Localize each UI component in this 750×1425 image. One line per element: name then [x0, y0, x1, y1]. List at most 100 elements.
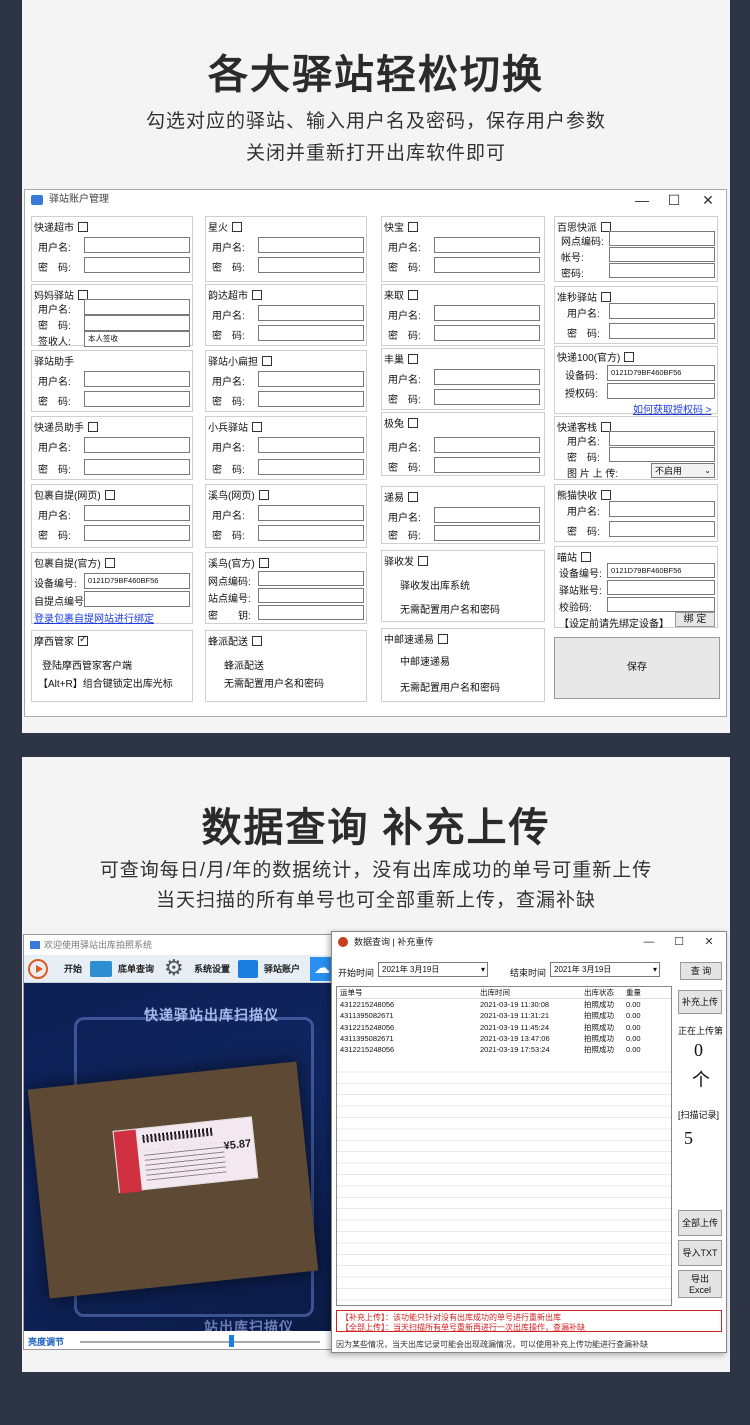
password-input[interactable] — [434, 257, 540, 273]
username-input[interactable] — [609, 303, 715, 319]
username-input[interactable] — [434, 237, 540, 253]
enable-checkbox[interactable] — [418, 556, 428, 567]
image-upload-select[interactable]: 不启用 ⌄ — [651, 463, 715, 478]
brightness-track[interactable] — [80, 1341, 320, 1343]
device-code-input[interactable]: 0121D79BF460BF56 — [84, 573, 190, 589]
query-button[interactable]: 查 询 — [680, 962, 722, 980]
username-input[interactable] — [258, 437, 364, 453]
username-input[interactable] — [434, 507, 540, 523]
minimize-button[interactable]: — — [634, 932, 664, 952]
enable-checkbox[interactable] — [581, 552, 591, 563]
password-input[interactable] — [434, 389, 540, 405]
enable-checkbox[interactable] — [78, 634, 88, 647]
close-button[interactable]: ✕ — [694, 932, 724, 952]
receipt-query-button[interactable]: 底单查询 — [88, 957, 160, 981]
password-input[interactable] — [258, 325, 364, 341]
upload-all-button[interactable]: 全部上传 — [678, 1210, 722, 1236]
enable-checkbox[interactable] — [258, 558, 269, 569]
password-input[interactable] — [84, 525, 190, 541]
username-input[interactable] — [609, 501, 715, 517]
network-code-input[interactable] — [609, 231, 715, 246]
pickup-code-input[interactable] — [84, 591, 190, 607]
brightness-slider-thumb[interactable] — [228, 1335, 234, 1347]
username-input[interactable] — [258, 505, 364, 521]
enable-checkbox[interactable] — [104, 490, 115, 501]
resupply-upload-button[interactable]: 补充上传 — [678, 990, 722, 1014]
enable-checkbox[interactable] — [252, 422, 262, 433]
password-input[interactable] — [258, 391, 364, 407]
enable-checkbox[interactable] — [438, 634, 448, 645]
username-input[interactable] — [84, 371, 190, 387]
password-input[interactable] — [258, 459, 364, 475]
password-input[interactable] — [84, 391, 190, 407]
enable-checkbox[interactable] — [232, 222, 242, 233]
minimize-button[interactable]: — — [627, 190, 657, 210]
enable-checkbox[interactable] — [262, 356, 272, 367]
username-input[interactable] — [434, 369, 540, 385]
enable-checkbox[interactable] — [408, 492, 418, 503]
enable-checkbox[interactable] — [252, 636, 262, 647]
table-row[interactable]: 4311395082671 2021-03-19 11:31:21 拍照成功 0.00 — [337, 1010, 671, 1021]
username-input[interactable] — [258, 371, 364, 387]
password-input[interactable] — [434, 457, 540, 473]
enable-checkbox[interactable] — [408, 290, 418, 301]
password-input[interactable] — [609, 323, 715, 339]
export-excel-button[interactable]: 导出 Excel — [678, 1270, 722, 1298]
enable-checkbox[interactable] — [408, 418, 418, 429]
username-input[interactable] — [258, 237, 364, 253]
account-input[interactable] — [609, 247, 715, 262]
end-date-picker[interactable]: 2021年 3月19日 ▾ — [550, 962, 660, 977]
enable-checkbox[interactable] — [104, 558, 115, 569]
bind-device-button[interactable]: 绑 定 — [675, 612, 715, 627]
device-code-input[interactable]: 0121D79BF460BF56 — [607, 365, 715, 381]
enable-checkbox[interactable] — [408, 222, 418, 233]
password-input[interactable] — [609, 521, 715, 537]
password-input[interactable] — [434, 325, 540, 341]
table-row[interactable]: 4312215248056 2021-03-19 11:30:08 拍照成功 0.00 — [337, 999, 671, 1011]
username-input[interactable] — [84, 505, 190, 521]
enable-checkbox[interactable] — [88, 422, 98, 433]
username-input[interactable] — [84, 237, 190, 253]
device-code-input[interactable] — [258, 571, 364, 586]
password-input[interactable] — [258, 525, 364, 541]
auth-code-input[interactable] — [607, 383, 715, 399]
password-input[interactable] — [609, 263, 715, 278]
password-input[interactable] — [609, 447, 715, 462]
verify-code-input[interactable] — [607, 597, 715, 612]
enable-checkbox[interactable] — [408, 354, 418, 365]
device-code-input[interactable]: 0121D79BF460BF56 — [607, 563, 715, 578]
password-input[interactable] — [84, 257, 190, 273]
site-code-input[interactable] — [258, 588, 364, 603]
secret-input[interactable] — [258, 605, 364, 620]
enable-checkbox[interactable] — [601, 490, 611, 501]
table-row[interactable]: 4312215248056 2021-03-19 17:53:24 拍照成功 0.00 — [337, 1044, 671, 1055]
receiver-input[interactable]: 本人签收 — [84, 331, 190, 347]
username-input[interactable] — [84, 437, 190, 453]
import-txt-button[interactable]: 导入TXT — [678, 1240, 722, 1266]
station-account-input[interactable] — [607, 580, 715, 595]
bind-website-link[interactable]: 登录包裹自提网站进行绑定 — [34, 610, 154, 625]
password-input[interactable] — [434, 525, 540, 541]
table-row[interactable]: 4311395082671 2021-03-19 13:47:06 拍照成功 0.00 — [337, 1033, 671, 1044]
close-button[interactable]: ✕ — [693, 190, 723, 210]
username-input[interactable] — [434, 305, 540, 321]
enable-checkbox[interactable] — [258, 490, 269, 501]
enable-checkbox[interactable] — [624, 352, 635, 363]
start-date-picker[interactable]: 2021年 3月19日 ▾ — [378, 962, 488, 977]
maximize-button[interactable]: ☐ — [664, 932, 694, 952]
password-input[interactable] — [84, 459, 190, 475]
username-input[interactable] — [609, 431, 715, 446]
username-input[interactable] — [84, 299, 190, 315]
save-button[interactable]: 保存 — [554, 637, 720, 699]
username-input[interactable] — [434, 437, 540, 453]
maximize-button[interactable]: ☐ — [659, 190, 689, 210]
password-input[interactable] — [258, 257, 364, 273]
enable-checkbox[interactable] — [78, 222, 88, 233]
table-row[interactable]: 4312215248056 2021-03-19 11:45:24 拍照成功 0.00 — [337, 1021, 671, 1032]
password-input[interactable] — [84, 315, 190, 331]
enable-checkbox[interactable] — [252, 290, 262, 301]
enable-checkbox[interactable] — [601, 292, 611, 303]
username-input[interactable] — [258, 305, 364, 321]
station-account-button[interactable]: 驿站账户 — [236, 957, 308, 981]
start-button[interactable]: 开始 — [26, 957, 86, 981]
